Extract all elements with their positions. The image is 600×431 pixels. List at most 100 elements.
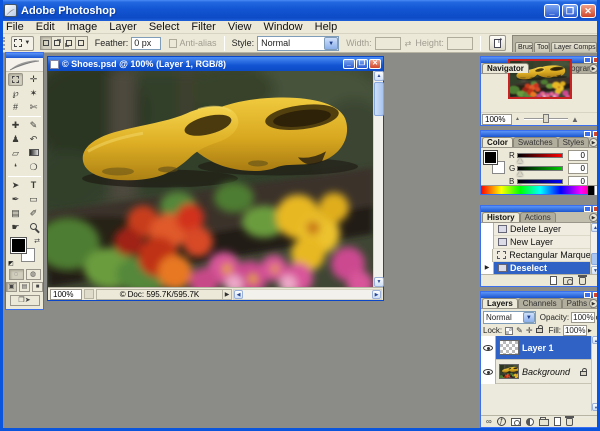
history-source-well[interactable]: [481, 249, 493, 262]
horizontal-scrollbar[interactable]: ◀ ▶: [233, 289, 382, 300]
tab-swatches[interactable]: Swatches: [513, 137, 558, 147]
delete-state-icon[interactable]: [579, 277, 586, 285]
tool-magic-wand[interactable]: ✶: [26, 87, 41, 100]
history-item[interactable]: New Layer: [481, 236, 590, 249]
tool-path-selection[interactable]: ➤: [8, 179, 23, 192]
intersect-selection-button[interactable]: [76, 36, 88, 50]
lock-pixels-icon[interactable]: ✎: [516, 327, 523, 335]
edit-in-imageready-button[interactable]: ❐➤: [10, 295, 40, 306]
tool-gradient[interactable]: [26, 147, 41, 160]
tab-styles[interactable]: Styles: [558, 137, 590, 147]
height-input[interactable]: [447, 37, 473, 50]
color-spectrum-bar[interactable]: [481, 185, 600, 194]
opacity-input[interactable]: 100%: [571, 312, 595, 323]
fullscreen-menubar-button[interactable]: ▤: [19, 282, 30, 292]
scroll-thumb[interactable]: [591, 253, 600, 265]
fill-arrow-icon[interactable]: ▶: [588, 328, 592, 334]
tool-hand[interactable]: ☛: [8, 221, 23, 234]
layer-row-background[interactable]: Background: [481, 360, 591, 384]
options-grip[interactable]: [3, 37, 6, 50]
vertical-scroll-thumb[interactable]: [374, 82, 384, 116]
layer1-thumbnail[interactable]: [499, 340, 519, 355]
chevron-down-icon[interactable]: ▼: [324, 37, 338, 50]
doc-close-button[interactable]: ✕: [369, 59, 381, 69]
well-tab-brushes[interactable]: Brushes: [515, 42, 533, 52]
visibility-well[interactable]: [481, 336, 496, 360]
tool-blur[interactable]: ❛: [8, 161, 23, 174]
slider-thumb[interactable]: [543, 114, 549, 123]
scroll-up-icon[interactable]: ▲: [591, 223, 600, 232]
scroll-left-icon[interactable]: ◀: [234, 290, 243, 299]
menu-view[interactable]: View: [222, 21, 258, 33]
layer-name[interactable]: Background: [522, 367, 580, 377]
foreground-color-swatch[interactable]: [11, 238, 26, 253]
menu-file[interactable]: File: [0, 21, 30, 33]
document-titlebar[interactable]: © Shoes.psd @ 100% (Layer 1, RGB/8) _ ❐ …: [48, 57, 383, 71]
close-button[interactable]: ✕: [580, 4, 596, 18]
tool-move[interactable]: ✛: [26, 73, 41, 86]
adjustment-layer-icon[interactable]: [526, 418, 534, 426]
menu-image[interactable]: Image: [61, 21, 104, 33]
scroll-up-icon[interactable]: ▲: [592, 336, 600, 344]
palette-menu-icon[interactable]: ▶: [589, 138, 598, 147]
layer-name[interactable]: Layer 1: [522, 343, 591, 353]
scroll-down-icon[interactable]: ▼: [374, 277, 384, 287]
history-scrollbar[interactable]: ▲ ▼: [590, 223, 600, 275]
standard-screen-button[interactable]: ▣: [6, 282, 17, 292]
fullscreen-button[interactable]: ■: [32, 282, 43, 292]
add-selection-button[interactable]: [52, 36, 64, 50]
lock-all-icon[interactable]: [536, 328, 543, 333]
navigator-zoom-slider[interactable]: [524, 118, 568, 120]
well-tab-tool-presets[interactable]: Tool Presets: [534, 42, 550, 52]
tool-slice[interactable]: ✄: [26, 101, 41, 114]
menu-select[interactable]: Select: [143, 21, 186, 33]
scroll-up-icon[interactable]: ▲: [374, 71, 384, 81]
tool-crop[interactable]: #: [8, 101, 23, 114]
palette-menu-icon[interactable]: ▶: [589, 64, 598, 73]
tool-pen[interactable]: ✒: [8, 193, 23, 206]
tab-channels[interactable]: Channels: [518, 298, 562, 308]
zoom-out-icon[interactable]: ▲: [515, 116, 520, 122]
quick-mask-mode-button[interactable]: ◍: [26, 269, 41, 280]
status-menu-arrow-icon[interactable]: ▶: [222, 289, 232, 300]
tab-layers[interactable]: Layers: [482, 298, 518, 308]
width-input[interactable]: [375, 37, 401, 50]
scroll-down-icon[interactable]: ▼: [592, 403, 600, 411]
well-tab-layer-comps[interactable]: Layer Comps: [551, 42, 597, 52]
green-value-input[interactable]: 0: [568, 163, 588, 174]
tool-shape[interactable]: ▭: [26, 193, 41, 206]
tool-notes[interactable]: ▤: [8, 207, 23, 220]
app-titlebar[interactable]: Adobe Photoshop _ ❐ ✕: [0, 0, 600, 21]
tab-navigator[interactable]: Navigator: [482, 63, 529, 73]
doc-maximize-button[interactable]: ❐: [356, 59, 368, 69]
tab-history[interactable]: History: [482, 212, 520, 222]
swap-dimensions-icon[interactable]: ⇄: [405, 39, 412, 48]
history-source-well[interactable]: [481, 223, 494, 236]
antialias-checkbox[interactable]: [169, 39, 177, 48]
zoom-in-icon[interactable]: ▲: [571, 115, 579, 124]
vertical-scrollbar[interactable]: ▲ ▼: [373, 71, 383, 287]
opacity-arrow-icon[interactable]: ▶: [596, 315, 600, 321]
palette-menu-icon[interactable]: ▶: [589, 299, 598, 308]
menu-help[interactable]: Help: [309, 21, 344, 33]
blend-mode-dropdown[interactable]: Normal ▼: [483, 311, 536, 324]
history-item[interactable]: Rectangular Marquee: [481, 249, 590, 262]
new-document-from-state-icon[interactable]: [550, 276, 557, 285]
navigator-zoom-input[interactable]: 100%: [482, 114, 512, 125]
foreground-color-swatch[interactable]: [484, 151, 497, 164]
tool-healing-brush[interactable]: ✚: [8, 119, 23, 132]
green-slider[interactable]: [517, 166, 563, 171]
menu-window[interactable]: Window: [258, 21, 309, 33]
fill-input[interactable]: 100%: [563, 325, 587, 336]
maximize-button[interactable]: ❐: [562, 4, 578, 18]
layer-style-icon[interactable]: ƒ: [497, 417, 506, 426]
document-size-status[interactable]: © Doc: 595.7K/595.7K: [96, 289, 222, 300]
menu-filter[interactable]: Filter: [185, 21, 221, 33]
swap-colors-icon[interactable]: ⇄: [34, 237, 40, 245]
new-group-icon[interactable]: [539, 419, 549, 426]
style-dropdown[interactable]: Normal ▼: [257, 36, 339, 51]
default-colors-icon[interactable]: ◩: [8, 260, 14, 267]
history-source-well[interactable]: [481, 236, 494, 249]
new-layer-icon[interactable]: [554, 417, 561, 426]
tool-history-brush[interactable]: ↶: [26, 133, 41, 146]
